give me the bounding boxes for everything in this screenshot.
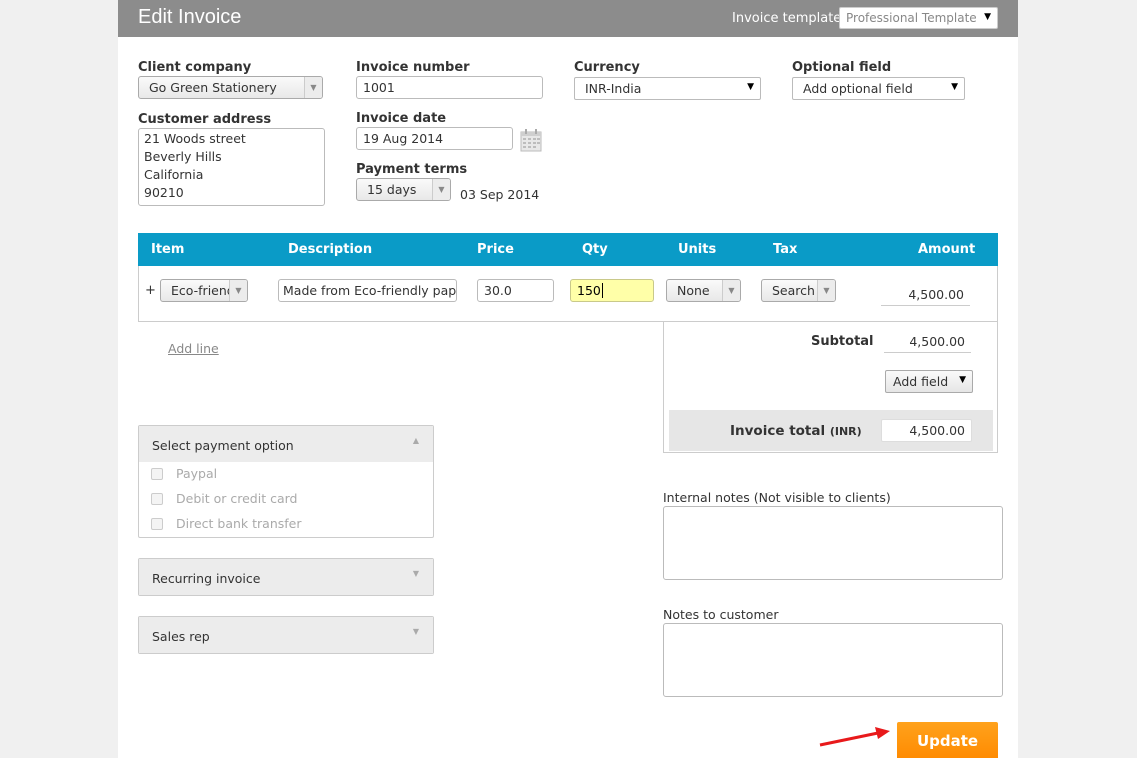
units-combo[interactable]: None ▼ <box>666 279 741 302</box>
col-price: Price <box>477 242 514 257</box>
col-units: Units <box>678 242 717 257</box>
optional-field-value: Add optional field <box>803 81 913 96</box>
add-field-select[interactable]: Add field ▼ <box>885 370 973 393</box>
currency-select[interactable]: INR-India ▼ <box>574 77 761 100</box>
customer-notes-field[interactable] <box>663 623 1003 697</box>
customer-notes-label: Notes to customer <box>663 607 779 622</box>
invoice-total-value: 4,500.00 <box>881 419 972 442</box>
line-items-header: Item Description Price Qty Units Tax Amo… <box>138 233 998 266</box>
payment-options-title: Select payment option <box>152 438 294 453</box>
chevron-down-icon[interactable]: ▼ <box>413 627 419 636</box>
qty-input[interactable]: 150 <box>570 279 654 302</box>
due-date: 03 Sep 2014 <box>460 187 540 202</box>
red-arrow-annotation <box>819 727 890 747</box>
paypal-option-label: Paypal <box>176 466 218 481</box>
recurring-invoice-title: Recurring invoice <box>152 571 261 586</box>
col-tax: Tax <box>773 242 798 257</box>
chevron-down-icon[interactable]: ▼ <box>722 280 740 301</box>
page-title: Edit Invoice <box>138 6 242 28</box>
add-line-link[interactable]: Add line <box>168 341 219 356</box>
internal-notes-field[interactable] <box>663 506 1003 580</box>
subtotal-label: Subtotal <box>811 334 874 349</box>
tax-combo[interactable]: Search ▼ <box>761 279 836 302</box>
chevron-up-icon[interactable]: ▲ <box>413 436 419 445</box>
bank-transfer-checkbox[interactable] <box>151 518 163 530</box>
add-row-icon[interactable]: + <box>145 283 156 298</box>
card-option-label: Debit or credit card <box>176 491 298 506</box>
invoice-date-input[interactable]: 19 Aug 2014 <box>356 127 513 150</box>
paypal-checkbox[interactable] <box>151 468 163 480</box>
add-field-value: Add field <box>893 374 949 389</box>
col-amount: Amount <box>918 242 976 257</box>
tax-value: Search <box>772 283 815 298</box>
customer-address-lines: 21 Woods street Beverly Hills California… <box>144 130 246 202</box>
calendar-icon[interactable] <box>520 129 542 152</box>
caret-down-icon: ▼ <box>951 82 958 92</box>
invoice-number-label: Invoice number <box>356 60 470 75</box>
invoice-date-label: Invoice date <box>356 111 447 126</box>
chevron-down-icon[interactable]: ▼ <box>432 179 450 200</box>
payment-terms-combo[interactable]: 15 days ▼ <box>356 178 451 201</box>
col-qty: Qty <box>582 242 608 257</box>
payment-terms-label: Payment terms <box>356 162 468 177</box>
line-amount: 4,500.00 <box>881 287 970 306</box>
customer-address-label: Customer address <box>138 112 272 127</box>
invoice-page: Edit Invoice Invoice template Profession… <box>118 0 1018 758</box>
address-line: Beverly Hills <box>144 149 222 164</box>
invoice-template-label: Invoice template <box>732 11 842 26</box>
price-input[interactable]: 30.0 <box>477 279 554 302</box>
qty-value: 150 <box>577 283 601 298</box>
description-input[interactable]: Made from Eco-friendly paper <box>278 279 457 302</box>
chevron-down-icon[interactable]: ▼ <box>229 280 247 301</box>
subtotal-value: 4,500.00 <box>884 334 971 353</box>
bank-transfer-option-label: Direct bank transfer <box>176 516 302 531</box>
chevron-down-icon[interactable]: ▼ <box>817 280 835 301</box>
recurring-invoice-panel[interactable]: Recurring invoice ▼ <box>138 558 434 596</box>
currency-label: Currency <box>574 60 640 75</box>
address-line: 21 Woods street <box>144 131 246 146</box>
page-header: Edit Invoice Invoice template Profession… <box>118 0 1018 37</box>
chevron-down-icon[interactable]: ▼ <box>304 77 322 98</box>
sales-rep-panel[interactable]: Sales rep ▼ <box>138 616 434 654</box>
caret-down-icon: ▼ <box>959 375 966 385</box>
sales-rep-header[interactable]: Sales rep ▼ <box>139 617 433 653</box>
invoice-total-currency: (INR) <box>829 425 862 438</box>
optional-field-select[interactable]: Add optional field ▼ <box>792 77 965 100</box>
update-button[interactable]: Update <box>897 722 998 758</box>
currency-value: INR-India <box>585 81 642 96</box>
address-line: California <box>144 167 204 182</box>
sales-rep-title: Sales rep <box>152 629 210 644</box>
internal-notes-label: Internal notes (Not visible to clients) <box>663 490 891 505</box>
optional-field-label: Optional field <box>792 60 892 75</box>
invoice-number-input[interactable]: 1001 <box>356 76 543 99</box>
client-company-value: Go Green Stationery <box>149 80 277 95</box>
invoice-total-text: Invoice total <box>730 423 826 439</box>
recurring-invoice-header[interactable]: Recurring invoice ▼ <box>139 559 433 595</box>
client-company-label: Client company <box>138 60 252 75</box>
text-cursor <box>601 283 603 298</box>
address-line: 90210 <box>144 185 184 200</box>
col-item: Item <box>151 242 185 257</box>
invoice-total-label: Invoice total (INR) <box>730 423 862 439</box>
client-company-combo[interactable]: Go Green Stationery ▼ <box>138 76 323 99</box>
caret-down-icon: ▼ <box>747 82 754 92</box>
units-value: None <box>677 283 710 298</box>
chevron-down-icon[interactable]: ▼ <box>413 569 419 578</box>
card-checkbox[interactable] <box>151 493 163 505</box>
payment-terms-value: 15 days <box>367 182 417 197</box>
caret-down-icon: ▼ <box>984 12 991 22</box>
invoice-template-value: Professional Template <box>846 11 977 25</box>
item-combo[interactable]: Eco-friendly ▼ <box>160 279 248 302</box>
invoice-template-select[interactable]: Professional Template ▼ <box>839 7 998 29</box>
line-items-body <box>138 266 998 322</box>
payment-options-header[interactable]: Select payment option ▲ <box>139 426 433 462</box>
col-description: Description <box>288 242 373 257</box>
